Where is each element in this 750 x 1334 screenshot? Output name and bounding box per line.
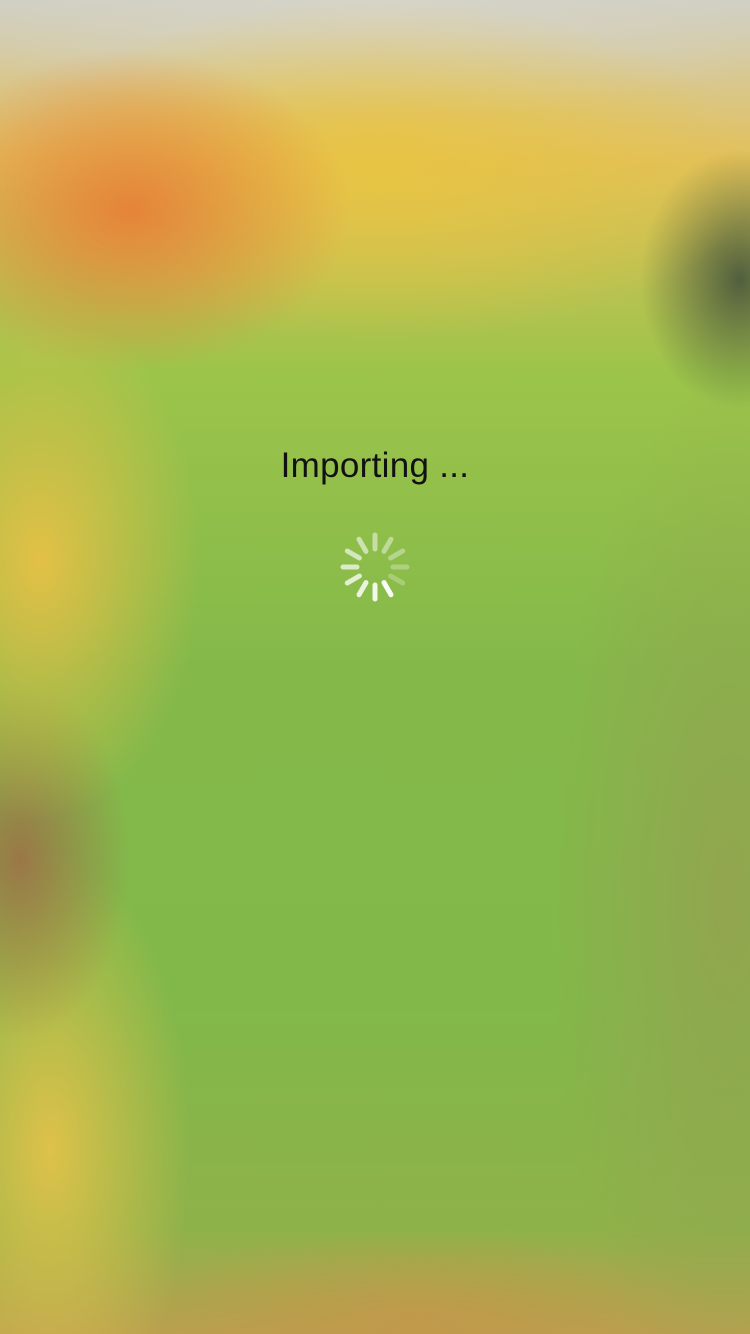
import-screen: Importing ... <box>0 0 750 1334</box>
blurred-background <box>0 0 750 1334</box>
spinner-spoke <box>381 536 394 554</box>
importing-status-label: Importing ... <box>280 446 470 485</box>
spinner-spoke <box>388 548 406 561</box>
spinner-spoke <box>344 548 362 561</box>
spinner-spoke <box>356 580 369 598</box>
spinner-spoke <box>356 536 369 554</box>
import-progress-panel: Importing ... <box>0 440 750 620</box>
spinner-spoke <box>344 573 362 586</box>
activity-spinner-icon <box>340 532 410 602</box>
spinner-spoke <box>388 573 406 586</box>
spinner-spoke <box>381 580 394 598</box>
